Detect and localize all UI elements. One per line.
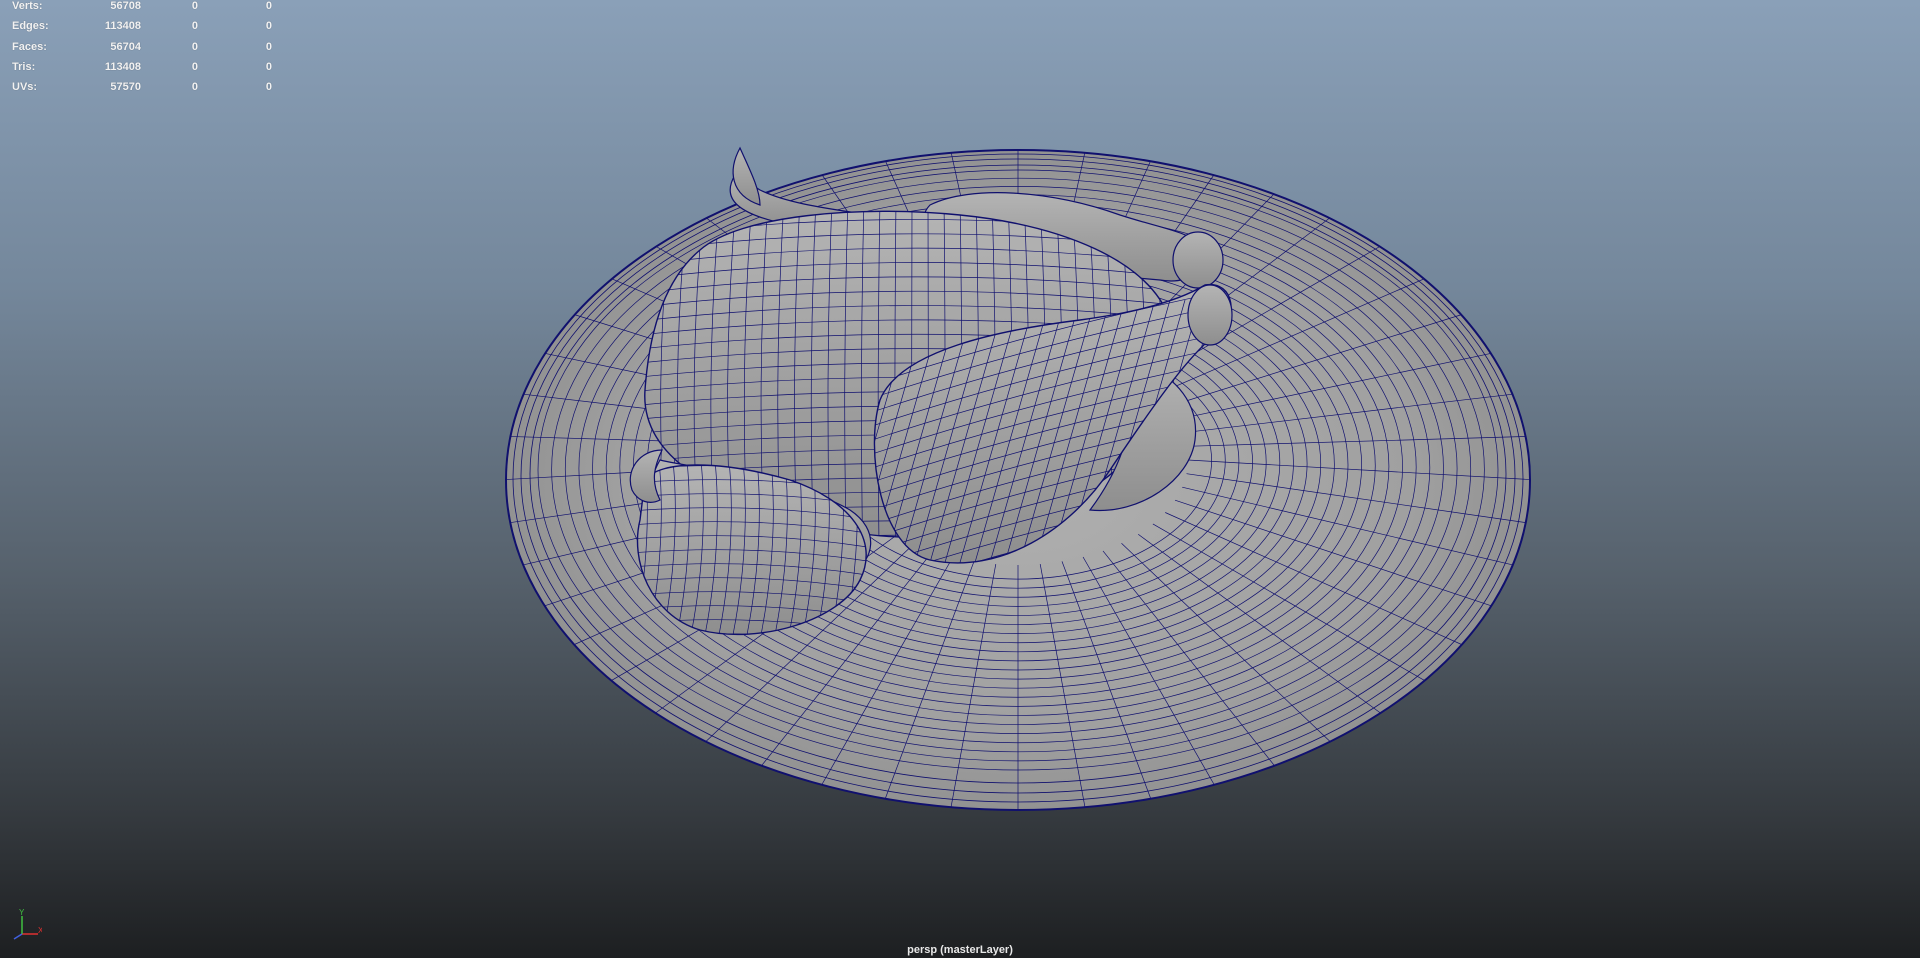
hud-sel: 0 [191, 0, 198, 12]
hud-sel: 0 [191, 20, 198, 33]
hud-sel: 0 [191, 60, 198, 73]
hud-total: 113408 [104, 60, 141, 73]
hud-comp: 0 [265, 81, 272, 94]
hud-label: Tris: [12, 60, 36, 73]
viewport-persp[interactable]: Verts: 56708 0 0 Edges: 113408 0 0 Faces: 56704 0 0… [0, 0, 1920, 958]
hud-label: Edges: [12, 20, 49, 33]
hud-comp: 0 [265, 60, 272, 73]
hud-total: 56704 [110, 40, 141, 53]
hud-comp: 0 [265, 0, 272, 12]
hud-label: Faces: [12, 40, 47, 53]
mesh-scene[interactable] [0, 0, 1920, 958]
y-axis-label: Y [19, 908, 25, 917]
hud-row: Faces: 56704 0 0 [12, 41, 272, 61]
axis-gizmo-icon: X Y [13, 908, 42, 940]
hud-total: 57570 [110, 81, 141, 94]
z-axis-line [13, 933, 23, 940]
hud-row: Edges: 113408 0 0 [12, 20, 272, 40]
hud-sel: 0 [191, 81, 198, 94]
x-axis-label: X [38, 926, 42, 935]
hud-sel: 0 [191, 40, 198, 53]
hud-comp: 0 [265, 40, 272, 53]
hud-row: Verts: 56708 0 0 [12, 0, 272, 20]
hud-total: 113408 [104, 20, 141, 33]
hud-comp: 0 [265, 20, 272, 33]
hud-label: Verts: [12, 0, 43, 12]
camera-label: persp (masterLayer) [907, 944, 1013, 956]
hud-row: Tris: 113408 0 0 [12, 61, 272, 81]
poly-count-hud: Verts: 56708 0 0 Edges: 113408 0 0 Faces: 56704 0 0… [12, 0, 272, 101]
hud-row: UVs: 57570 0 0 [12, 81, 272, 101]
hud-total: 56708 [110, 0, 141, 12]
hud-label: UVs: [12, 81, 38, 94]
